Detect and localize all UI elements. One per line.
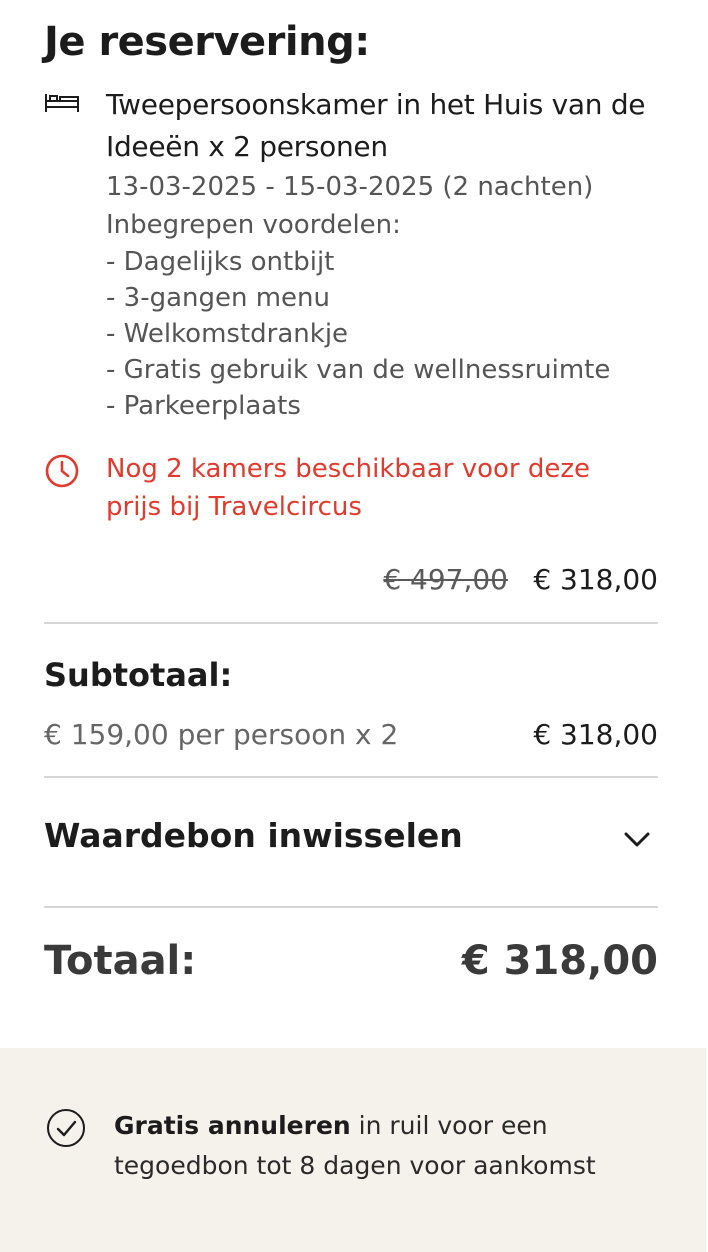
benefit-item: - Gratis gebruik van de wellnessruimte (106, 355, 611, 385)
voucher-toggle[interactable]: Waardebon inwisselen (44, 812, 658, 872)
check-circle-icon (47, 1109, 85, 1147)
divider (44, 906, 658, 908)
benefit-item: - Parkeerplaats (106, 391, 301, 421)
page-title: Je reservering: (44, 19, 370, 65)
cancellation-bold: Gratis annuleren (114, 1111, 351, 1140)
benefit-item: - Welkomstdrankje (106, 319, 349, 349)
total-row: Totaal: € 318,00 (44, 938, 658, 998)
total-label: Totaal: (44, 938, 197, 984)
benefit-item: - Dagelijks ontbijt (106, 247, 335, 277)
divider (44, 776, 658, 778)
subtotal-amount: € 318,00 (533, 718, 658, 751)
clock-icon (45, 454, 79, 488)
chevron-down-icon[interactable] (622, 828, 652, 850)
new-price: € 318,00 (533, 563, 658, 596)
voucher-label: Waardebon inwisselen (44, 816, 463, 855)
stay-dates: 13-03-2025 - 15-03-2025 (2 nachten) (106, 172, 594, 202)
room-price-row: € 497,00 € 318,00 (44, 563, 658, 603)
cancellation-text: Gratis annuleren in ruil voor een tegoed… (114, 1106, 654, 1186)
old-price: € 497,00 (383, 563, 508, 596)
benefits-list: - Dagelijks ontbijt - 3-gangen menu - We… (106, 244, 666, 424)
subtotal-detail: € 159,00 per persoon x 2 (44, 718, 399, 751)
subtotal-label: Subtotaal: (44, 656, 233, 694)
benefit-item: - 3-gangen menu (106, 283, 331, 313)
divider (44, 622, 658, 624)
total-amount: € 318,00 (461, 938, 658, 984)
room-name: Tweepersoonskamer in het Huis van de Ide… (106, 88, 646, 163)
availability-text: Nog 2 kamers beschikbaar voor deze prijs… (106, 454, 591, 522)
cancellation-banner: Gratis annuleren in ruil voor een tegoed… (0, 1048, 706, 1252)
benefits-title: Inbegrepen voordelen: (106, 210, 401, 240)
bed-icon (45, 94, 79, 112)
subtotal-row: € 159,00 per persoon x 2 € 318,00 (44, 718, 658, 758)
